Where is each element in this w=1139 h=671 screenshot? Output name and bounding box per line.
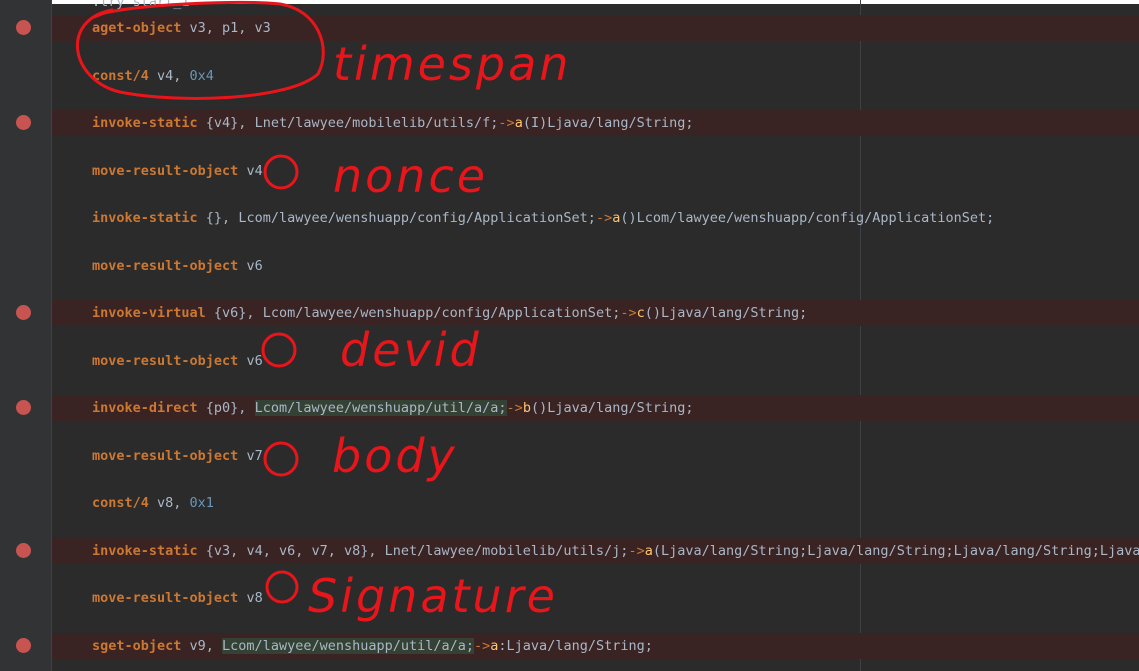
breakpoint-icon[interactable]	[16, 400, 31, 415]
operands: {v6},	[205, 305, 263, 321]
annotation-circle-signature	[265, 570, 299, 604]
opcode: aget-object	[92, 20, 182, 36]
operands: {p0},	[197, 400, 255, 416]
class-reference: Lnet/lawyee/mobilelib/utils/f;	[254, 115, 499, 131]
opcode: invoke-static	[92, 115, 198, 131]
code-line[interactable]: move-result-object v8	[92, 588, 263, 608]
breakpoint-icon[interactable]	[16, 543, 31, 558]
signature: ()Ljava/lang/String;	[530, 400, 694, 416]
code-line[interactable]: invoke-static {v4}, Lnet/lawyee/mobileli…	[92, 113, 694, 133]
operands: {v3, v4, v6, v7, v8},	[197, 543, 385, 559]
code-line[interactable]: invoke-virtual {v6}, Lcom/lawyee/wenshua…	[92, 303, 807, 323]
operands: v3, p1, v3	[181, 20, 271, 36]
operands: v6	[238, 353, 263, 369]
class-reference: Lcom/lawyee/wenshuapp/util/a/a;	[254, 400, 507, 416]
code-line[interactable]: const/4 v4, 0x4	[92, 66, 214, 86]
code-editor[interactable]: .try_start_1 aget-object v3, p1, v3 const…	[0, 0, 1139, 671]
code-line[interactable]: sget-object v9, Lcom/lawyee/wenshuapp/ut…	[92, 636, 653, 656]
literal: 0x1	[189, 495, 214, 511]
right-margin-guide	[860, 0, 861, 671]
member-name: a	[514, 115, 523, 131]
annotation-circle-body	[263, 441, 299, 477]
code-line[interactable]: invoke-static {}, Lcom/lawyee/wenshuapp/…	[92, 208, 994, 228]
opcode: move-result-object	[92, 448, 239, 464]
operands: v8,	[148, 495, 190, 511]
member-name: b	[522, 400, 531, 416]
opcode: const/4	[92, 495, 149, 511]
operands: v4,	[148, 68, 190, 84]
breakpoint-icon[interactable]	[16, 115, 31, 130]
code-line[interactable]: move-result-object v7	[92, 446, 263, 466]
annotation-signature: Signature	[308, 569, 558, 623]
partial-code-line: .try_start_1	[92, 0, 190, 10]
operands: {},	[197, 210, 239, 226]
code-line[interactable]: move-result-object v6	[92, 351, 263, 371]
code-line[interactable]: invoke-direct {p0}, Lcom/lawyee/wenshuap…	[92, 398, 694, 418]
signature: (Ljava/lang/String;Ljava/lang/String;Lja…	[652, 543, 1139, 559]
opcode: move-result-object	[92, 590, 239, 606]
annotation-timespan: timespan	[333, 37, 571, 91]
annotation-circle-devid	[261, 332, 297, 368]
operands: v6	[238, 258, 263, 274]
arrow: ->	[506, 400, 523, 416]
code-line[interactable]: const/4 v8, 0x1	[92, 493, 214, 513]
opcode: const/4	[92, 68, 149, 84]
arrow: ->	[620, 305, 637, 321]
class-reference: Lcom/lawyee/wenshuapp/util/a/a;	[222, 638, 475, 654]
annotation-devid: devid	[340, 323, 482, 377]
opcode: invoke-static	[92, 210, 198, 226]
arrow: ->	[628, 543, 645, 559]
breakpoint-icon[interactable]	[16, 305, 31, 320]
class-reference: Lcom/lawyee/wenshuapp/config/Application…	[238, 210, 596, 226]
opcode: sget-object	[92, 638, 182, 654]
code-line[interactable]: move-result-object v4	[92, 161, 263, 181]
arrow: ->	[474, 638, 491, 654]
opcode: invoke-virtual	[92, 305, 206, 321]
handwritten-annotations: timespan nonce devid body Signature	[75, 0, 571, 623]
operands: v9,	[181, 638, 223, 654]
operands: v7	[238, 448, 263, 464]
opcode: invoke-direct	[92, 400, 198, 416]
breakpoint-icon[interactable]	[16, 20, 31, 35]
annotation-circle-nonce	[263, 154, 299, 190]
code-line[interactable]: move-result-object v6	[92, 256, 263, 276]
opcode: move-result-object	[92, 258, 239, 274]
class-reference: Lcom/lawyee/wenshuapp/config/Application…	[262, 305, 621, 321]
opcode: invoke-static	[92, 543, 198, 559]
signature: :Ljava/lang/String;	[498, 638, 653, 654]
breakpoint-icon[interactable]	[16, 638, 31, 653]
operands: v4	[238, 163, 263, 179]
opcode: move-result-object	[92, 353, 239, 369]
code-line[interactable]: invoke-static {v3, v4, v6, v7, v8}, Lnet…	[92, 541, 1139, 561]
opcode: move-result-object	[92, 163, 239, 179]
signature: (I)Ljava/lang/String;	[522, 115, 694, 131]
annotation-nonce: nonce	[333, 149, 488, 203]
signature: ()Lcom/lawyee/wenshuapp/config/Applicati…	[620, 210, 995, 226]
operands: v8	[238, 590, 263, 606]
operands: {v4},	[197, 115, 255, 131]
arrow: ->	[595, 210, 613, 226]
member-name: a	[644, 543, 653, 559]
arrow: ->	[498, 115, 515, 131]
annotation-body: body	[332, 429, 458, 483]
literal: 0x4	[189, 68, 214, 84]
class-reference: Lnet/lawyee/mobilelib/utils/j;	[384, 543, 629, 559]
member-name: c	[636, 305, 645, 321]
signature: ()Ljava/lang/String;	[644, 305, 808, 321]
code-line[interactable]: aget-object v3, p1, v3	[92, 18, 271, 38]
editor-gutter[interactable]	[0, 0, 52, 671]
